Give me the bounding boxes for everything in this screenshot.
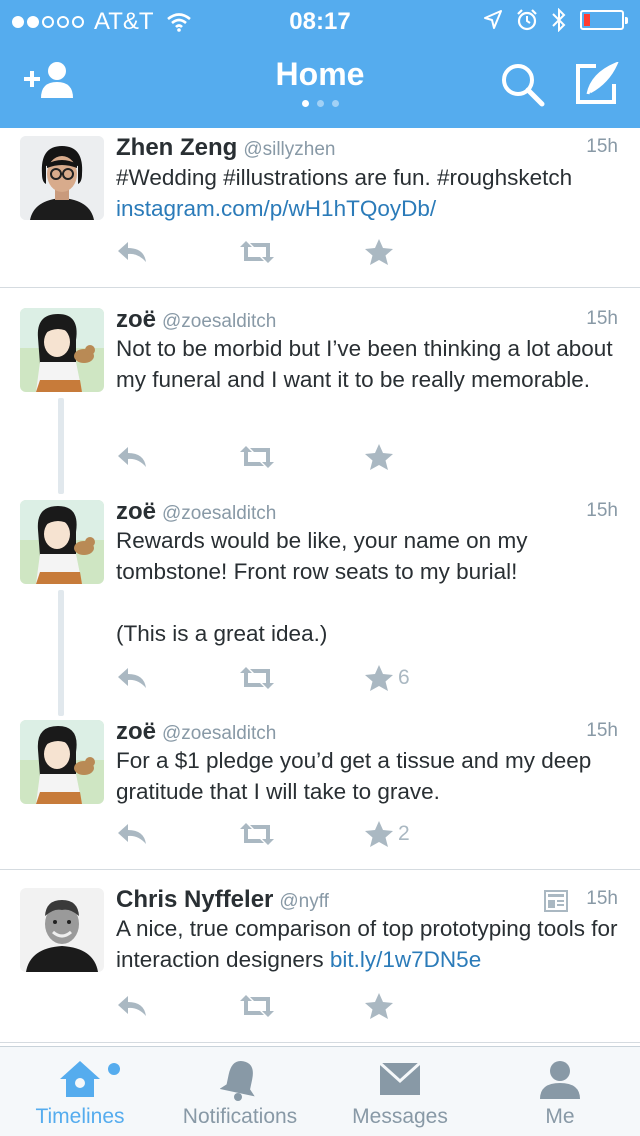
tweet-author-name[interactable]: zoë [116,306,156,333]
tab-label: Messages [352,1105,448,1128]
compose-tweet-icon[interactable] [574,62,620,106]
tab-messages[interactable]: Messages [320,1047,480,1136]
home-timeline[interactable]: Zhen Zeng @sillyzhen 15h #Wedding #illust… [0,128,640,1046]
retweet-icon [240,241,274,263]
tweet-timestamp: 15h [586,720,618,741]
tweet[interactable]: zoë @zoesalditch 15h Not to be morbid but… [0,288,640,498]
tweet-author-handle[interactable]: @zoesalditch [162,723,276,744]
search-icon[interactable] [500,62,546,108]
tweet-timestamp: 15h [586,888,618,909]
tweet-link[interactable]: instagram.com/p/wH1hTQoyDb/ [116,193,620,224]
tweet-text: #Wedding #illustrations are fun. #roughs… [116,162,620,224]
retweet-icon [240,995,274,1017]
status-bar: AT&T 08:17 [0,0,640,40]
tweet-text: Not to be morbid but I’ve been thinking … [116,336,613,392]
tweet-author-handle[interactable]: @sillyzhen [243,139,335,160]
reply-button[interactable] [116,240,238,264]
reply-button[interactable] [116,666,238,690]
tweet-author-name[interactable]: Zhen Zeng [116,134,237,161]
tweet-text-body: Rewards would be like, your name on my t… [116,528,528,584]
tweet-author-handle[interactable]: @nyff [279,891,329,912]
reply-icon [118,668,146,688]
bluetooth-icon [552,8,566,32]
tweet-actions: 2 [116,818,410,850]
favorite-button[interactable]: 2 [364,820,410,848]
tweet-text-body: #Wedding #illustrations are fun. #roughs… [116,165,573,190]
bell-icon [220,1061,255,1101]
tweet-link[interactable]: bit.ly/1w7DN5e [330,947,481,972]
tweet-author-name[interactable]: zoë [116,498,156,525]
avatar[interactable] [20,720,104,804]
tweet[interactable]: zoë @zoesalditch 15h Rewards would be lik… [0,480,640,698]
tweet-text: For a $1 pledge you’d get a tissue and m… [116,748,592,804]
tab-label: Timelines [35,1105,125,1128]
star-icon [365,993,393,1019]
tab-label: Notifications [182,1105,298,1128]
tweet-text-body: (This is a great idea.) [116,621,328,646]
star-icon [365,821,393,847]
reply-icon [118,242,146,262]
tweet[interactable]: Chris Nyffeler @nyff 15h A nice, true com… [0,870,640,1046]
tweet-text: A nice, true comparison of top prototypi… [116,913,618,975]
star-icon [365,444,393,470]
star-icon [365,665,393,691]
tweet-actions: 6 [116,662,410,694]
tab-bar: Timelines Notifications Messages Me [0,1046,640,1136]
navigation-header: AT&T 08:17 Home [0,0,640,128]
avatar[interactable] [20,136,104,220]
favorite-count: 2 [398,822,410,845]
tweet-timestamp: 15h [586,308,618,329]
retweet-icon [240,823,274,845]
location-icon [484,10,502,29]
tweet-actions [116,990,398,1022]
favorite-button[interactable]: 6 [364,664,410,692]
favorite-button[interactable] [364,238,398,266]
avatar[interactable] [20,888,104,972]
tweet-timestamp: 15h [586,500,618,521]
reply-button[interactable] [116,994,238,1018]
star-icon [365,239,393,265]
retweet-icon [240,446,274,468]
tweet-text: Rewards would be like, your name on my t… [116,525,620,649]
retweet-button[interactable] [238,822,364,846]
tab-timelines[interactable]: Timelines [0,1047,160,1136]
reply-button[interactable] [116,445,238,469]
new-tweets-indicator [108,1063,120,1075]
retweet-button[interactable] [238,445,364,469]
summary-card-icon [544,890,568,912]
retweet-button[interactable] [238,240,364,264]
reply-button[interactable] [116,822,238,846]
avatar[interactable] [20,500,104,584]
retweet-button[interactable] [238,994,364,1018]
tweet-actions [116,236,398,268]
tweet-author-name[interactable]: Chris Nyffeler [116,886,273,913]
status-indicators [484,8,628,32]
tweet-actions [116,441,398,473]
retweet-icon [240,667,274,689]
home-icon [60,1061,100,1097]
tweet-timestamp: 15h [586,136,618,157]
tweet[interactable]: zoë @zoesalditch 15h For a $1 pledge you’… [0,700,640,868]
alarm-icon [517,9,537,31]
reply-icon [118,447,146,467]
favorite-button[interactable] [364,443,398,471]
reply-icon [118,824,146,844]
tweet-author-handle[interactable]: @zoesalditch [162,503,276,524]
favorite-count: 6 [398,666,410,689]
avatar[interactable] [20,308,104,392]
reply-icon [118,996,146,1016]
retweet-button[interactable] [238,666,364,690]
battery-icon [580,10,628,30]
tab-me[interactable]: Me [480,1047,640,1136]
tweet[interactable]: Zhen Zeng @sillyzhen 15h #Wedding #illust… [0,128,640,286]
tweet-divider [0,1042,640,1043]
favorite-button[interactable] [364,992,398,1020]
tab-label: Me [545,1105,575,1128]
tweet-author-name[interactable]: zoë [116,718,156,745]
tab-notifications[interactable]: Notifications [160,1047,320,1136]
tweet-author-handle[interactable]: @zoesalditch [162,311,276,332]
envelope-icon [378,1061,422,1095]
person-icon [540,1061,580,1099]
